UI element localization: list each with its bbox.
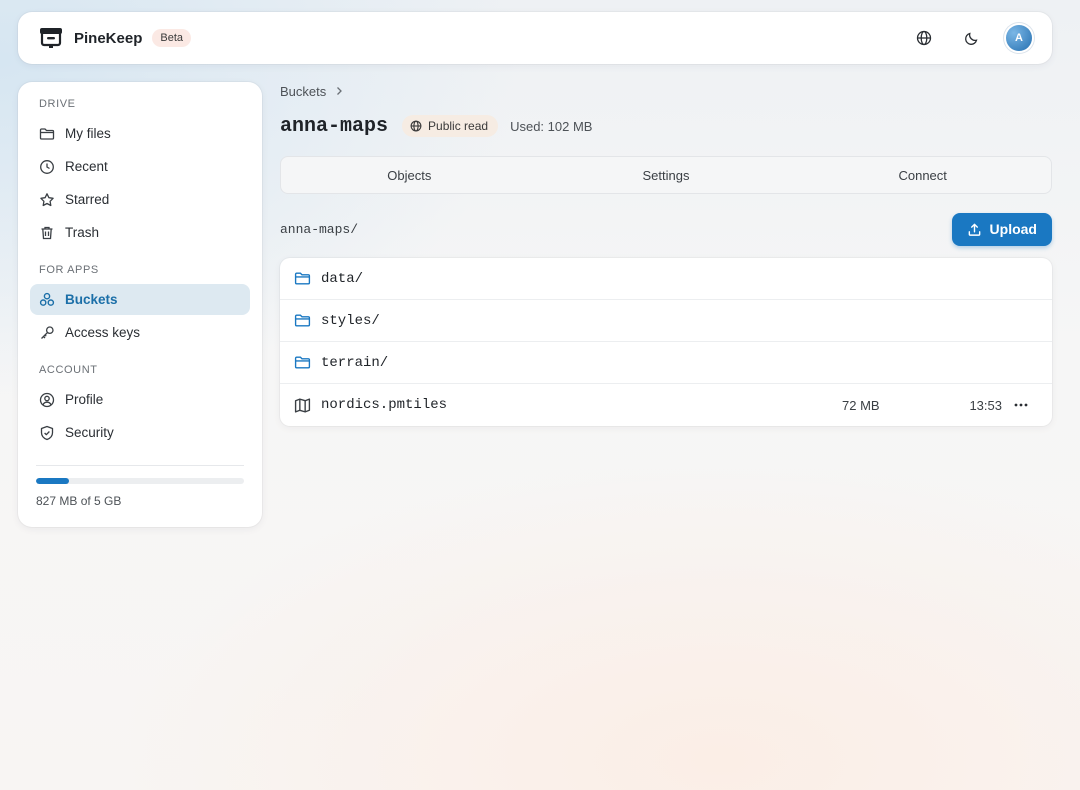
sidebar-item-label: Access keys: [65, 325, 141, 340]
sidebar-item-starred[interactable]: Starred: [30, 184, 250, 215]
sidebar-item-label: Trash: [65, 225, 100, 240]
breadcrumb-buckets-link[interactable]: Buckets: [280, 84, 326, 99]
folder-icon: [39, 127, 55, 140]
badge-label: Public read: [428, 119, 489, 133]
path-row: anna-maps/ Upload: [280, 212, 1052, 246]
main-content: Buckets anna-maps Public read Used: 102 …: [280, 82, 1052, 426]
list-item[interactable]: terrain/: [280, 342, 1052, 384]
chevron-right-icon: [337, 87, 343, 95]
file-name: nordics.pmtiles: [321, 397, 448, 413]
tab-settings[interactable]: Settings: [538, 157, 795, 193]
sidebar-item-profile[interactable]: Profile: [30, 384, 250, 415]
section-label-drive: DRIVE: [39, 98, 76, 110]
file-time: 13:53: [969, 397, 1002, 413]
sidebar-item-label: Buckets: [65, 292, 118, 307]
sidebar-item-buckets[interactable]: Buckets: [30, 284, 250, 315]
sidebar-item-access-keys[interactable]: Access keys: [30, 317, 250, 348]
current-path: anna-maps/: [280, 221, 359, 237]
folder-icon: [294, 356, 311, 369]
beta-badge: Beta: [152, 29, 191, 47]
sidebar-item-label: Security: [65, 425, 114, 440]
map-icon: [294, 397, 311, 413]
sidebar-item-label: My files: [65, 126, 111, 141]
list-item[interactable]: data/: [280, 258, 1052, 300]
breadcrumb: Buckets: [280, 82, 1052, 100]
tab-objects[interactable]: Objects: [281, 157, 538, 193]
sidebar-item-trash[interactable]: Trash: [30, 217, 250, 248]
more-options-button[interactable]: [1002, 403, 1038, 407]
upload-button[interactable]: Upload: [951, 212, 1052, 246]
moon-icon[interactable]: [958, 24, 986, 52]
file-size: 72 MB: [842, 397, 880, 413]
list-item[interactable]: styles/: [280, 300, 1052, 342]
clock-icon: [40, 159, 54, 174]
storage-bar: [36, 478, 244, 484]
top-actions: A: [910, 24, 1032, 52]
file-name: data/: [321, 270, 364, 287]
storage-text: 827 MB of 5 GB: [36, 494, 122, 508]
sidebar: DRIVE My files Recent Starred Trash FOR …: [18, 82, 262, 527]
tab-bar: Objects Settings Connect: [280, 156, 1052, 194]
key-icon: [41, 325, 54, 339]
sidebar-item-my-files[interactable]: My files: [30, 118, 250, 149]
buckets-icon: [39, 292, 55, 306]
shield-icon: [40, 425, 54, 440]
globe-icon[interactable]: [910, 24, 938, 52]
file-name: styles/: [321, 312, 380, 329]
storage-usage: 827 MB of 5 GB: [36, 465, 244, 508]
file-name: terrain/: [321, 354, 389, 371]
list-item[interactable]: nordics.pmtiles 72 MB 13:53: [280, 384, 1052, 426]
sidebar-item-label: Profile: [65, 392, 104, 407]
public-read-badge: Public read: [402, 115, 499, 137]
sidebar-item-security[interactable]: Security: [30, 417, 250, 448]
section-label-account: ACCOUNT: [39, 364, 98, 376]
pinekeep-logo-icon[interactable]: [38, 25, 64, 51]
upload-icon: [968, 223, 980, 236]
folder-icon: [294, 272, 311, 285]
sidebar-item-recent[interactable]: Recent: [30, 151, 250, 182]
used-storage: Used: 102 MB: [510, 118, 593, 134]
upload-label: Upload: [989, 221, 1037, 237]
user-circle-icon: [39, 392, 55, 407]
storage-bar-fill: [36, 478, 70, 484]
globe-icon: [410, 120, 422, 132]
sidebar-item-label: Starred: [65, 192, 110, 207]
folder-icon: [294, 314, 311, 327]
tab-connect[interactable]: Connect: [794, 157, 1051, 193]
page-title: anna-maps: [280, 114, 389, 138]
more-horizontal-icon: [1014, 403, 1028, 407]
star-icon: [40, 192, 54, 206]
title-row: anna-maps Public read Used: 102 MB: [280, 112, 1052, 140]
sidebar-item-label: Recent: [65, 159, 108, 174]
app-name: PineKeep: [74, 29, 143, 47]
avatar[interactable]: A: [1006, 25, 1032, 51]
section-label-for-apps: FOR APPS: [39, 264, 99, 276]
file-list: data/ styles/ terrain/ nordics.pmtiles 7…: [280, 258, 1052, 426]
top-bar: PineKeep Beta A: [18, 12, 1052, 64]
trash-icon: [41, 226, 53, 239]
